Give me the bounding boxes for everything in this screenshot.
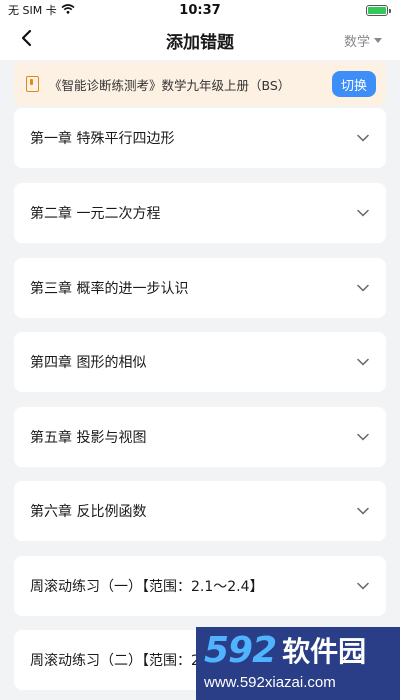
watermark-logo: 592 软件园 www.592xiazai.com [196, 627, 400, 700]
book-icon [26, 76, 39, 92]
nav-bar: 添加错题 数学 [0, 20, 400, 60]
status-bar: 无 SIM 卡 10:37 [0, 0, 400, 20]
chapter-label: 第五章 投影与视图 [30, 430, 147, 446]
subject-label: 数学 [343, 35, 370, 50]
book-title: 《智能诊断练测考》数学九年级上册（BS） [49, 77, 291, 93]
status-left: 无 SIM 卡 [8, 2, 75, 18]
back-button[interactable] [14, 28, 38, 52]
chapter-item[interactable]: 周滚动练习（一）【范围：2.1～2.4】 [14, 556, 386, 616]
watermark-text: 软件园 [282, 635, 367, 668]
chevron-down-icon [356, 355, 370, 369]
page-title: 添加错题 [166, 32, 234, 53]
chevron-down-icon [356, 281, 370, 295]
chevron-down-icon [356, 579, 370, 593]
chapter-label: 周滚动练习（一）【范围：2.1～2.4】 [30, 579, 264, 595]
status-right [366, 4, 391, 16]
chevron-left-icon [20, 29, 32, 51]
switch-book-button[interactable]: 切换 [332, 71, 376, 97]
chapter-item[interactable]: 第五章 投影与视图 [14, 407, 386, 467]
carrier-label: 无 SIM 卡 [8, 4, 57, 17]
chapter-item[interactable]: 第四章 图形的相似 [14, 332, 386, 392]
chapter-item[interactable]: 第一章 特殊平行四边形 [14, 108, 386, 168]
caret-down-icon [374, 38, 382, 43]
chevron-down-icon [356, 504, 370, 518]
wifi-icon [61, 3, 75, 17]
chapter-item[interactable]: 第二章 一元二次方程 [14, 183, 386, 243]
chapter-label: 第四章 图形的相似 [30, 355, 147, 371]
chapter-label: 第六章 反比例函数 [30, 504, 147, 520]
watermark-number: 592 [204, 629, 277, 671]
chapter-item[interactable]: 第三章 概率的进一步认识 [14, 258, 386, 318]
chevron-down-icon [356, 430, 370, 444]
book-banner: 《智能诊断练测考》数学九年级上册（BS） 切换 [14, 62, 386, 106]
chevron-down-icon [356, 131, 370, 145]
chapter-label: 第一章 特殊平行四边形 [30, 131, 175, 147]
battery-icon [366, 4, 391, 16]
chapter-label: 第三章 概率的进一步认识 [30, 281, 189, 297]
watermark-url: www.592xiazai.com [204, 674, 336, 691]
chapter-item[interactable]: 第六章 反比例函数 [14, 481, 386, 541]
chapter-label: 第二章 一元二次方程 [30, 206, 161, 222]
subject-dropdown[interactable]: 数学 [344, 31, 382, 50]
chevron-down-icon [356, 206, 370, 220]
